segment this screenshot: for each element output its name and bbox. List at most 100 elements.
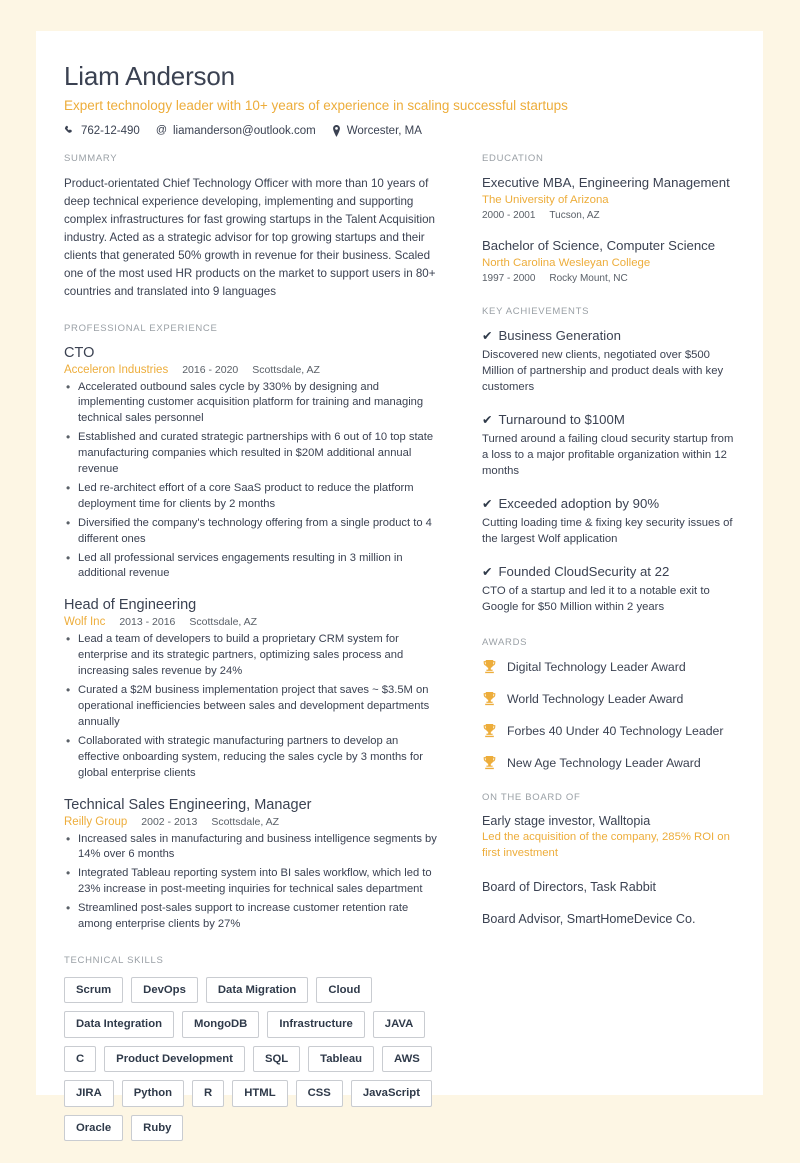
section-experience: PROFESSIONAL EXPERIENCE CTO Acceleron In…	[64, 323, 438, 933]
section-title-education: EDUCATION	[482, 152, 544, 164]
award-label: Forbes 40 Under 40 Technology Leader	[507, 723, 724, 738]
resume-body: SUMMARY Product-orientated Chief Technol…	[64, 153, 735, 1163]
skill-tag[interactable]: Ruby	[131, 1114, 184, 1142]
job-bullet: Led all professional services engagement…	[64, 550, 438, 583]
achievement-item: ✔ Exceeded adoption by 90% Cutting loadi…	[482, 496, 735, 548]
education-location: Tucson, AZ	[549, 209, 600, 221]
skill-tag[interactable]: DevOps	[131, 976, 198, 1004]
education-item: Bachelor of Science, Computer Science No…	[482, 238, 735, 284]
skill-tag[interactable]: Cloud	[316, 976, 373, 1004]
job-bullets: Lead a team of developers to build a pro…	[64, 631, 438, 781]
job-dates: 2002 - 2013	[141, 815, 198, 828]
email-icon: @	[155, 124, 167, 137]
experience-item: Head of Engineering Wolf Inc 2013 - 2016…	[64, 597, 438, 781]
skill-tag[interactable]: Scrum	[64, 976, 124, 1004]
skill-tag[interactable]: Python	[121, 1080, 185, 1107]
skill-tag[interactable]: AWS	[382, 1045, 432, 1073]
skill-tag[interactable]: SQL	[252, 1045, 301, 1073]
skill-tag[interactable]: JavaScript	[350, 1080, 432, 1107]
job-dates: 2016 - 2020	[182, 363, 239, 376]
section-title-board: ON THE BOARD OF	[482, 792, 581, 804]
section-skills: TECHNICAL SKILLS Scrum DevOps Data Migra…	[64, 955, 438, 1142]
skill-tag[interactable]: CSS	[295, 1080, 343, 1107]
section-board: ON THE BOARD OF Early stage investor, Wa…	[482, 792, 735, 926]
skill-tag[interactable]: R	[192, 1080, 225, 1107]
contact-location: Worcester, MA	[332, 124, 422, 137]
contact-email[interactable]: @ liamanderson@outlook.com	[156, 125, 316, 137]
skill-tag[interactable]: MongoDB	[182, 1011, 260, 1038]
section-achievements: KEY ACHIEVEMENTS ✔ Business Generation D…	[482, 306, 735, 616]
section-title-experience: PROFESSIONAL EXPERIENCE	[64, 322, 218, 334]
education-meta: 1997 - 2000 Rocky Mount, NC	[482, 273, 735, 284]
job-dates: 2013 - 2016	[119, 616, 176, 629]
section-awards: AWARDS Digital Technology Leader Award W…	[482, 637, 735, 770]
job-bullets: Accelerated outbound sales cycle by 330%…	[64, 379, 438, 583]
resume-header: Liam Anderson Expert technology leader w…	[64, 61, 735, 137]
job-bullet: Lead a team of developers to build a pro…	[64, 631, 438, 680]
contact-email-value: liamanderson@outlook.com	[173, 124, 316, 137]
achievement-title: Business Generation	[498, 327, 621, 343]
job-meta: Reilly Group 2002 - 2013 Scottsdale, AZ	[64, 816, 438, 828]
achievement-desc: Discovered new clients, negotiated over …	[482, 348, 724, 394]
job-bullet: Accelerated outbound sales cycle by 330%…	[64, 379, 438, 428]
skills-list: Scrum DevOps Data Migration Cloud Data I…	[64, 976, 449, 1142]
skill-tag[interactable]: Oracle	[64, 1114, 124, 1142]
job-location: Scottsdale, AZ	[189, 616, 258, 629]
skill-tag[interactable]: Data Integration	[64, 1011, 174, 1038]
right-column: EDUCATION Executive MBA, Engineering Man…	[464, 153, 735, 1163]
achievement-item: ✔ Business Generation Discovered new cli…	[482, 328, 735, 396]
education-dates: 2000 - 2001	[482, 209, 536, 221]
award-item: New Age Technology Leader Award	[482, 755, 735, 770]
skill-tag[interactable]: Tableau	[308, 1045, 375, 1073]
achievement-item: ✔ Founded CloudSecurity at 22 CTO of a s…	[482, 564, 735, 616]
contact-phone[interactable]: 762-12-490	[64, 125, 140, 137]
skill-tag[interactable]: JIRA	[64, 1080, 114, 1107]
job-bullet: Curated a $2M business implementation pr…	[64, 682, 438, 731]
education-degree: Executive MBA, Engineering Management	[482, 174, 730, 190]
award-item: Forbes 40 Under 40 Technology Leader	[482, 723, 735, 738]
skill-tag[interactable]: C	[64, 1045, 97, 1073]
board-item: Board Advisor, SmartHomeDevice Co.	[482, 912, 735, 926]
achievement-title: Founded CloudSecurity at 22	[498, 563, 670, 579]
summary-text: Product-orientated Chief Technology Offi…	[64, 176, 436, 298]
skill-tag[interactable]: JAVA	[372, 1011, 426, 1038]
job-bullet: Streamlined post-sales support to increa…	[64, 900, 438, 933]
job-meta: Acceleron Industries 2016 - 2020 Scottsd…	[64, 364, 438, 376]
left-column: SUMMARY Product-orientated Chief Technol…	[64, 153, 464, 1163]
skill-tag[interactable]: Product Development	[104, 1045, 245, 1073]
job-company: Reilly Group	[64, 815, 128, 828]
job-role: Head of Engineering	[64, 597, 197, 614]
skill-tag[interactable]: Infrastructure	[267, 1011, 365, 1038]
contact-location-value: Worcester, MA	[346, 124, 422, 137]
phone-icon	[64, 125, 75, 136]
award-label: New Age Technology Leader Award	[507, 755, 701, 770]
achievement-title: Exceeded adoption by 90%	[498, 495, 660, 511]
education-degree: Bachelor of Science, Computer Science	[482, 237, 716, 253]
check-icon: ✔	[482, 328, 493, 343]
section-title-achievements: KEY ACHIEVEMENTS	[482, 305, 590, 317]
contact-phone-value: 762-12-490	[81, 124, 140, 137]
resume-card: Liam Anderson Expert technology leader w…	[36, 31, 763, 1142]
section-summary: SUMMARY Product-orientated Chief Technol…	[64, 153, 438, 301]
achievement-title-row: ✔ Founded CloudSecurity at 22	[482, 564, 735, 579]
education-meta: 2000 - 2001 Tucson, AZ	[482, 210, 735, 221]
job-bullet: Increased sales in manufacturing and bus…	[64, 831, 438, 864]
headline: Expert technology leader with 10+ years …	[64, 98, 568, 114]
page-title: Liam Anderson	[64, 61, 235, 91]
board-title: Early stage investor, Walltopia	[482, 814, 651, 829]
skill-tag[interactable]: HTML	[232, 1080, 288, 1107]
job-bullet: Led re-architect effort of a core SaaS p…	[64, 480, 438, 513]
job-location: Scottsdale, AZ	[252, 363, 320, 376]
location-pin-icon	[332, 124, 341, 137]
experience-item: Technical Sales Engineering, Manager Rei…	[64, 797, 438, 933]
board-item: Early stage investor, Walltopia Led the …	[482, 814, 735, 862]
job-role: Technical Sales Engineering, Manager	[64, 796, 312, 813]
job-bullet: Diversified the company's technology off…	[64, 515, 438, 548]
section-title-awards: AWARDS	[482, 637, 528, 649]
achievement-title: Turnaround to $100M	[498, 411, 625, 427]
skill-tag[interactable]: Data Migration	[205, 976, 309, 1004]
check-icon: ✔	[482, 564, 493, 579]
job-company: Wolf Inc	[64, 616, 106, 629]
section-education: EDUCATION Executive MBA, Engineering Man…	[482, 153, 735, 284]
job-location: Scottsdale, AZ	[211, 815, 280, 828]
